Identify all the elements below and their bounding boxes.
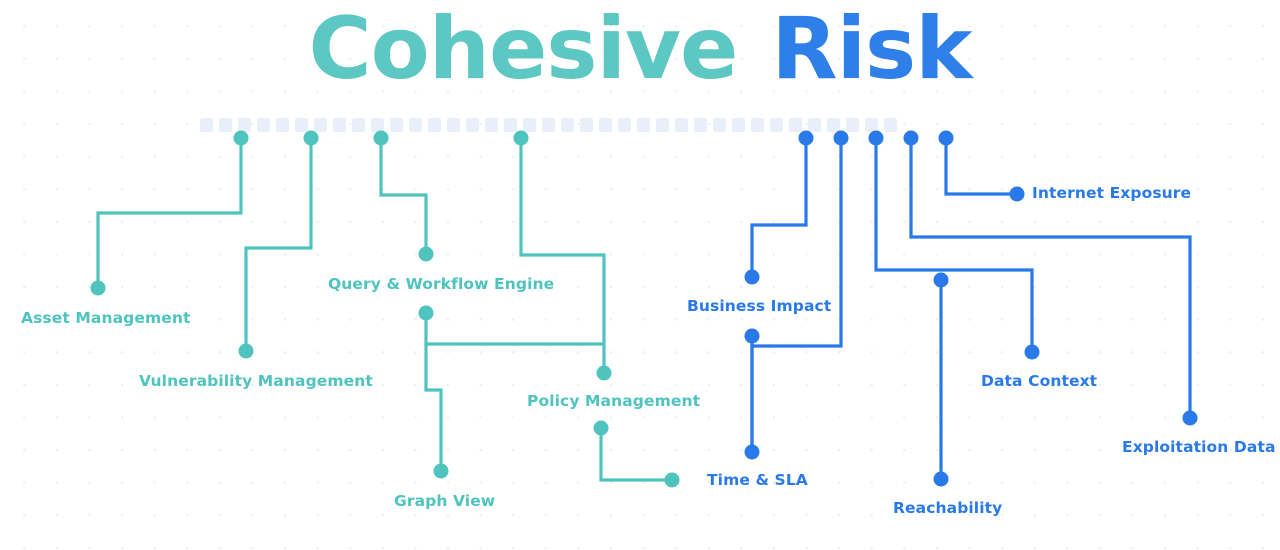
divider-dash (770, 118, 783, 132)
label-reachability[interactable]: Reachability (893, 500, 1002, 517)
end-dot-graph-view[interactable] (433, 463, 449, 479)
divider-dash (428, 118, 441, 132)
divider-dash (580, 118, 593, 132)
start-dot-time-sla-teal[interactable] (593, 420, 609, 436)
connector-policy-management (519, 138, 606, 373)
divider-dash (637, 118, 650, 132)
stem-dot-blue-4[interactable] (903, 130, 919, 146)
divider-dash (352, 118, 365, 132)
divider-dash (409, 118, 422, 132)
divider-dash (713, 118, 726, 132)
stem-dot-teal-1[interactable] (233, 130, 249, 146)
connector-query-workflow-engine (379, 138, 428, 254)
divider-dash (371, 118, 384, 132)
divider-dash (561, 118, 574, 132)
connector-asset-management (96, 138, 243, 288)
divider-dash (599, 118, 612, 132)
divider-dash (200, 118, 213, 132)
divider-dash (732, 118, 745, 132)
divider-dash (466, 118, 479, 132)
divider-dash (390, 118, 403, 132)
connector-data-context (874, 138, 1034, 352)
divider-dash (656, 118, 669, 132)
connector-graph-view (424, 344, 443, 471)
divider-dash (542, 118, 555, 132)
connector-time-sla-teal (599, 428, 672, 482)
stem-dot-blue-5[interactable] (938, 130, 954, 146)
end-dot-query-workflow-engine[interactable] (418, 246, 434, 262)
divider-dash (694, 118, 707, 132)
stem-dot-teal-3[interactable] (373, 130, 389, 146)
divider-dash (276, 118, 289, 132)
divider-dash (485, 118, 498, 132)
end-dot-internet-exposure[interactable] (1009, 186, 1025, 202)
divider-dash (675, 118, 688, 132)
connector-graph-view-crossbar (424, 313, 604, 346)
end-dot-asset-management[interactable] (90, 280, 106, 296)
label-graph-view[interactable]: Graph View (394, 493, 495, 510)
stem-dot-blue-2[interactable] (833, 130, 849, 146)
divider-dash (447, 118, 460, 132)
divider-dash (295, 118, 308, 132)
dashed-bar (200, 118, 897, 132)
divider-dash (865, 118, 878, 132)
divider-dash (219, 118, 232, 132)
end-dot-policy-management[interactable] (596, 365, 612, 381)
divider-dash (751, 118, 764, 132)
stem-dot-teal-2[interactable] (303, 130, 319, 146)
connector-vulnerability-management (244, 138, 313, 351)
diagram-canvas: Cohesive Risk Asset Management Vulnerabi… (0, 0, 1280, 550)
divider-dash (808, 118, 821, 132)
end-dot-vulnerability-management[interactable] (238, 343, 254, 359)
stem-dot-blue-1[interactable] (798, 130, 814, 146)
label-internet-exposure[interactable]: Internet Exposure (1032, 185, 1191, 202)
label-query-workflow-engine[interactable]: Query & Workflow Engine (328, 276, 554, 293)
label-data-context[interactable]: Data Context (981, 373, 1097, 390)
label-exploitation-data[interactable]: Exploitation Data (1122, 439, 1276, 456)
divider-dash (333, 118, 346, 132)
connector-business-impact (750, 138, 808, 277)
stem-dot-blue-3[interactable] (868, 130, 884, 146)
end-dot-data-context[interactable] (1024, 344, 1040, 360)
divider-dash (827, 118, 840, 132)
label-asset-management[interactable]: Asset Management (21, 310, 190, 327)
start-dot-reachability[interactable] (933, 272, 949, 288)
divider-dash (523, 118, 536, 132)
divider-dash (846, 118, 859, 132)
end-dot-exploitation-data[interactable] (1182, 410, 1198, 426)
divider-dash (789, 118, 802, 132)
end-dot-time-sla-teal[interactable] (664, 472, 680, 488)
connector-diagram (90, 118, 1198, 488)
start-dot-time-sla-blue[interactable] (744, 328, 760, 344)
divider-dash (257, 118, 270, 132)
connector-internet-exposure (944, 138, 1017, 196)
end-dot-time-sla-blue[interactable] (744, 444, 760, 460)
label-time-sla[interactable]: Time & SLA (707, 472, 808, 489)
divider-dash (314, 118, 327, 132)
divider-dash (238, 118, 251, 132)
divider-dash (884, 118, 897, 132)
stem-dot-teal-4[interactable] (513, 130, 529, 146)
divider-dash (504, 118, 517, 132)
connector-time-sla-blue (750, 138, 843, 452)
end-dot-business-impact[interactable] (744, 269, 760, 285)
divider-dash (618, 118, 631, 132)
end-dot-reachability[interactable] (933, 471, 949, 487)
label-policy-management[interactable]: Policy Management (527, 393, 700, 410)
label-business-impact[interactable]: Business Impact (687, 298, 831, 315)
label-vulnerability-management[interactable]: Vulnerability Management (139, 373, 373, 390)
start-dot-graph-view[interactable] (418, 305, 434, 321)
